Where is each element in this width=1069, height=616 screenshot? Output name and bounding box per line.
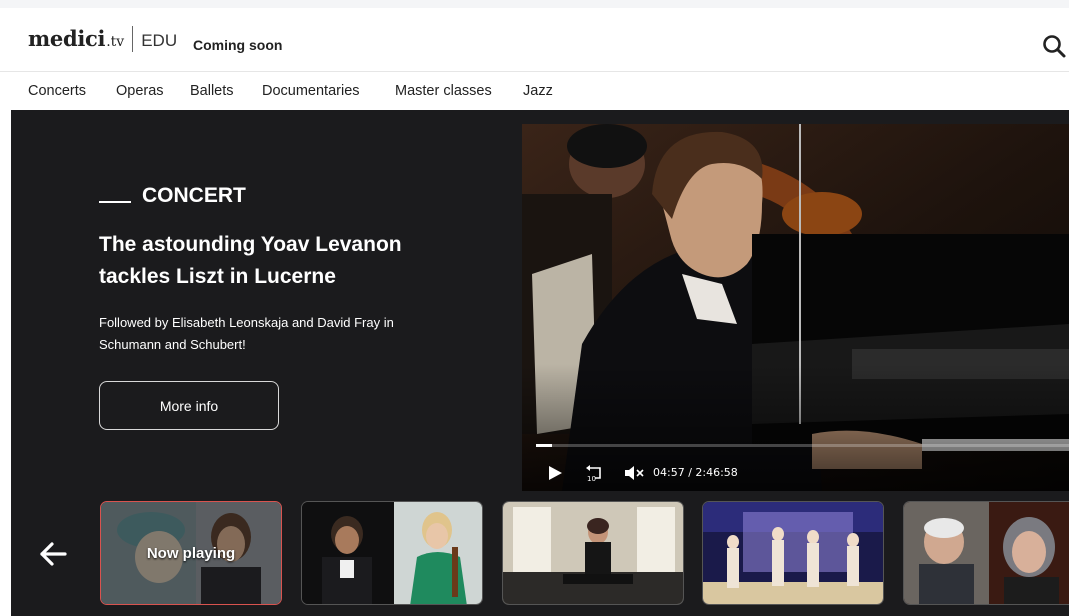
progress-fill xyxy=(536,444,552,447)
thumbnail-image xyxy=(703,502,883,604)
category-nav: Concerts Operas Ballets Documentaries Ma… xyxy=(0,72,1069,110)
site-header: medici .tv EDU Coming soon xyxy=(0,8,1069,72)
carousel-thumb-2[interactable] xyxy=(301,501,483,605)
coming-soon-label: Coming soon xyxy=(193,37,283,53)
logo-edu: EDU xyxy=(141,31,178,50)
mute-icon[interactable] xyxy=(624,465,644,486)
hero-subtitle-line-2: Schumann and Schubert! xyxy=(99,337,246,352)
nav-item-documentaries[interactable]: Documentaries xyxy=(262,83,360,99)
play-icon[interactable] xyxy=(548,465,563,486)
video-frame xyxy=(522,124,1069,491)
nav-item-operas[interactable]: Operas xyxy=(116,83,164,99)
hero-title-line-1: The astounding Yoav Levanon xyxy=(99,233,402,256)
top-strip xyxy=(0,0,1069,8)
hero-category: CONCERT xyxy=(99,184,246,208)
thumbnail-image xyxy=(302,502,482,604)
hero-subtitle-line-1: Followed by Elisabeth Leonskaja and Davi… xyxy=(99,315,394,330)
hero-title-line-2: tackles Liszt in Lucerne xyxy=(99,265,336,288)
thumbnail-image xyxy=(904,502,1069,604)
nav-item-master-classes[interactable]: Master classes xyxy=(395,83,492,99)
carousel-thumb-3[interactable] xyxy=(502,501,684,605)
category-label: CONCERT xyxy=(142,184,246,207)
carousel-thumb-4[interactable] xyxy=(702,501,884,605)
search-icon[interactable] xyxy=(1042,34,1068,60)
nav-item-concerts[interactable]: Concerts xyxy=(28,83,86,99)
logo-tv: .tv xyxy=(106,34,125,50)
more-info-button[interactable]: More info xyxy=(99,381,279,430)
thumbnail-image xyxy=(503,502,683,604)
carousel-thumb-1[interactable]: Now playing xyxy=(100,501,282,605)
nav-item-ballets[interactable]: Ballets xyxy=(190,83,234,99)
logo-medici: medici xyxy=(28,26,106,51)
hero-title: The astounding Yoav Levanon tackles Lisz… xyxy=(99,229,499,293)
replay-10-icon[interactable]: 10 xyxy=(584,464,604,487)
now-playing-label: Now playing xyxy=(146,544,236,562)
progress-bar[interactable] xyxy=(536,444,1069,447)
video-timecode: 04:57 / 2:46:58 xyxy=(653,466,738,479)
nav-item-jazz[interactable]: Jazz xyxy=(523,83,553,99)
svg-text:10: 10 xyxy=(587,475,596,482)
site-logo[interactable]: medici .tv EDU xyxy=(28,26,177,52)
carousel-thumb-5[interactable] xyxy=(903,501,1069,605)
video-player[interactable]: 10 04:57 / 2:46:58 xyxy=(522,124,1069,491)
hero-subtitle: Followed by Elisabeth Leonskaja and Davi… xyxy=(99,312,499,356)
arrow-left-icon[interactable] xyxy=(38,540,68,568)
category-dash xyxy=(99,201,131,203)
logo-divider xyxy=(132,26,134,52)
